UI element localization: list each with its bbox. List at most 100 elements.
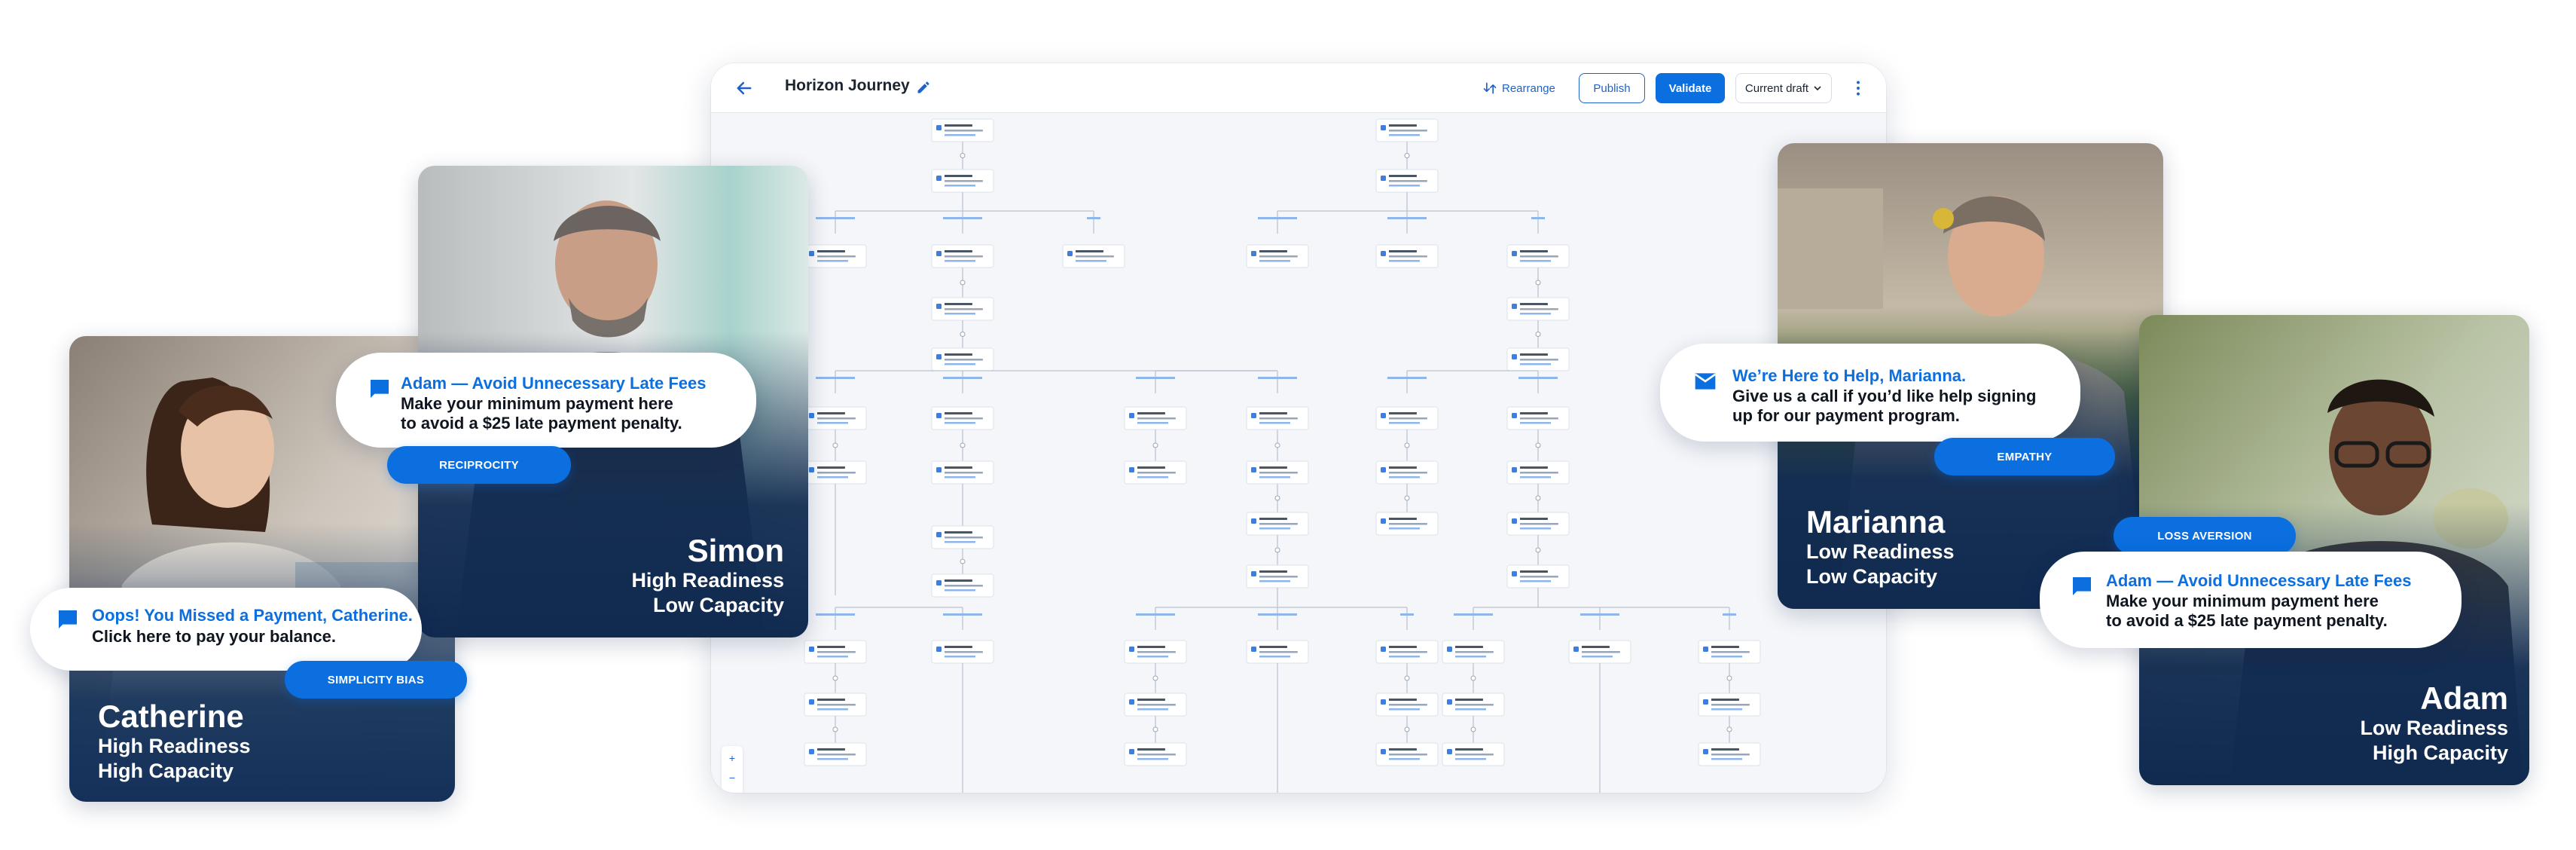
back-arrow-icon[interactable] — [734, 78, 755, 99]
flow-port — [1404, 675, 1410, 681]
persona-readiness: Low Readiness — [2360, 717, 2508, 740]
flow-node-text — [1711, 646, 1739, 648]
publish-button[interactable]: Publish — [1579, 73, 1645, 103]
flow-node-text — [1259, 570, 1287, 573]
journey-flow-diagram — [804, 118, 1761, 793]
flow-node-text — [945, 585, 983, 587]
flow-node-text — [1259, 422, 1290, 424]
persona-capacity: High Capacity — [98, 759, 234, 782]
flow-node-text — [1582, 656, 1613, 658]
persona-capacity: Low Capacity — [1806, 564, 1938, 588]
flow-node-text — [1137, 758, 1168, 760]
flow-node-text — [1259, 580, 1290, 582]
flow-node-text — [1389, 527, 1420, 530]
flow-node-text — [1389, 651, 1427, 653]
flow-node-text — [1455, 699, 1483, 701]
flow-branch-label — [1387, 217, 1427, 219]
flow-node-icon — [809, 647, 814, 652]
flow-port — [1535, 280, 1541, 286]
flow-node-icon — [1251, 647, 1256, 652]
message-body: Give us a call if you’d like help signin… — [1732, 387, 2036, 427]
flow-node-text — [1389, 130, 1427, 132]
flow-node-text — [1455, 748, 1483, 751]
flow-node-icon — [1381, 413, 1386, 418]
flow-node-text — [1520, 523, 1558, 525]
rearrange-label: Rearrange — [1502, 81, 1555, 95]
flow-node-icon — [1703, 699, 1708, 705]
flow-node-text — [1455, 708, 1486, 711]
flow-node-text — [817, 758, 848, 760]
message-body: Make your minimum payment here to avoid … — [401, 394, 682, 434]
flow-node-text — [1259, 466, 1287, 469]
flow-node-text — [1520, 422, 1551, 424]
flow-node-text — [1259, 412, 1287, 414]
message-body-line: up for our payment program. — [1732, 406, 1960, 426]
flow-node-text — [1259, 472, 1298, 474]
zoom-out-icon[interactable]: − — [725, 770, 740, 785]
zoom-in-icon[interactable]: + — [725, 751, 740, 766]
flow-branch-label — [1518, 377, 1558, 379]
flow-node-text — [1520, 570, 1548, 573]
message-body-line: to avoid a $25 late payment penalty. — [2106, 611, 2388, 631]
message-body: Make your minimum payment here to avoid … — [2106, 592, 2388, 631]
pencil-icon[interactable] — [916, 80, 931, 95]
journey-canvas[interactable]: + − ⛶ ⚙ — [711, 113, 1886, 793]
flow-node-text — [1137, 651, 1176, 653]
flow-node-text — [1520, 527, 1551, 530]
flow-node-text — [1520, 466, 1548, 469]
flow-node-icon — [1067, 251, 1073, 256]
persona-label-marianna: Marianna Low Readiness Low Capacity — [1806, 504, 1955, 589]
flow-node-text — [1711, 748, 1739, 751]
flow-node-text — [1711, 656, 1742, 658]
flow-node-text — [1455, 656, 1486, 658]
flow-branch-label — [1454, 613, 1493, 616]
flow-node-text — [1259, 523, 1298, 525]
flow-node-text — [945, 579, 972, 582]
flow-node-text — [1259, 651, 1298, 653]
flow-node-text — [1520, 250, 1548, 252]
flow-node-text — [1582, 646, 1610, 648]
flow-node-text — [1076, 260, 1106, 262]
rearrange-button[interactable]: Rearrange — [1482, 78, 1555, 98]
flow-node-icon — [1512, 251, 1517, 256]
message-body-line: to avoid a $25 late payment penalty. — [401, 414, 682, 433]
flow-node-text — [1389, 472, 1427, 474]
flow-node-text — [817, 250, 845, 252]
flow-node-text — [1389, 708, 1420, 711]
flow-node-text — [945, 353, 972, 356]
flow-node-text — [945, 476, 975, 479]
validate-button[interactable]: Validate — [1656, 73, 1725, 103]
flow-branch-label — [816, 217, 855, 219]
flow-node-text — [1137, 708, 1168, 711]
draft-select[interactable]: Current draft — [1735, 73, 1832, 103]
flow-node-text — [1455, 754, 1494, 756]
flow-node-text — [1137, 422, 1168, 424]
flow-port — [832, 726, 838, 732]
flow-node-icon — [936, 532, 942, 537]
flow-node-text — [1137, 466, 1165, 469]
flow-node-text — [945, 412, 972, 414]
flow-node-text — [1259, 250, 1287, 252]
flow-node-text — [945, 531, 972, 534]
fit-view-icon[interactable]: ⛶ — [725, 790, 740, 793]
persona-name: Catherine — [98, 699, 244, 734]
flow-port — [960, 442, 966, 448]
flow-node-icon — [1703, 647, 1708, 652]
persona-label-adam: Adam Low Readiness High Capacity — [2360, 680, 2508, 765]
flow-node-icon — [1381, 749, 1386, 754]
flow-node-text — [1137, 472, 1176, 474]
flow-node-icon — [1573, 647, 1579, 652]
flow-branch-label — [1580, 613, 1619, 616]
more-vertical-icon[interactable] — [1848, 78, 1868, 98]
flow-node-icon — [1129, 467, 1134, 472]
flow-port — [1404, 726, 1410, 732]
flow-node-text — [1137, 417, 1176, 420]
flow-node-text — [817, 422, 848, 424]
flow-node-icon — [1512, 413, 1517, 418]
flow-node-icon — [1512, 354, 1517, 359]
flow-node-text — [945, 417, 983, 420]
persona-capacity: High Capacity — [2372, 741, 2508, 764]
flow-node-text — [1520, 313, 1551, 315]
flow-node-text — [1389, 175, 1417, 177]
flow-node-text — [817, 417, 856, 420]
